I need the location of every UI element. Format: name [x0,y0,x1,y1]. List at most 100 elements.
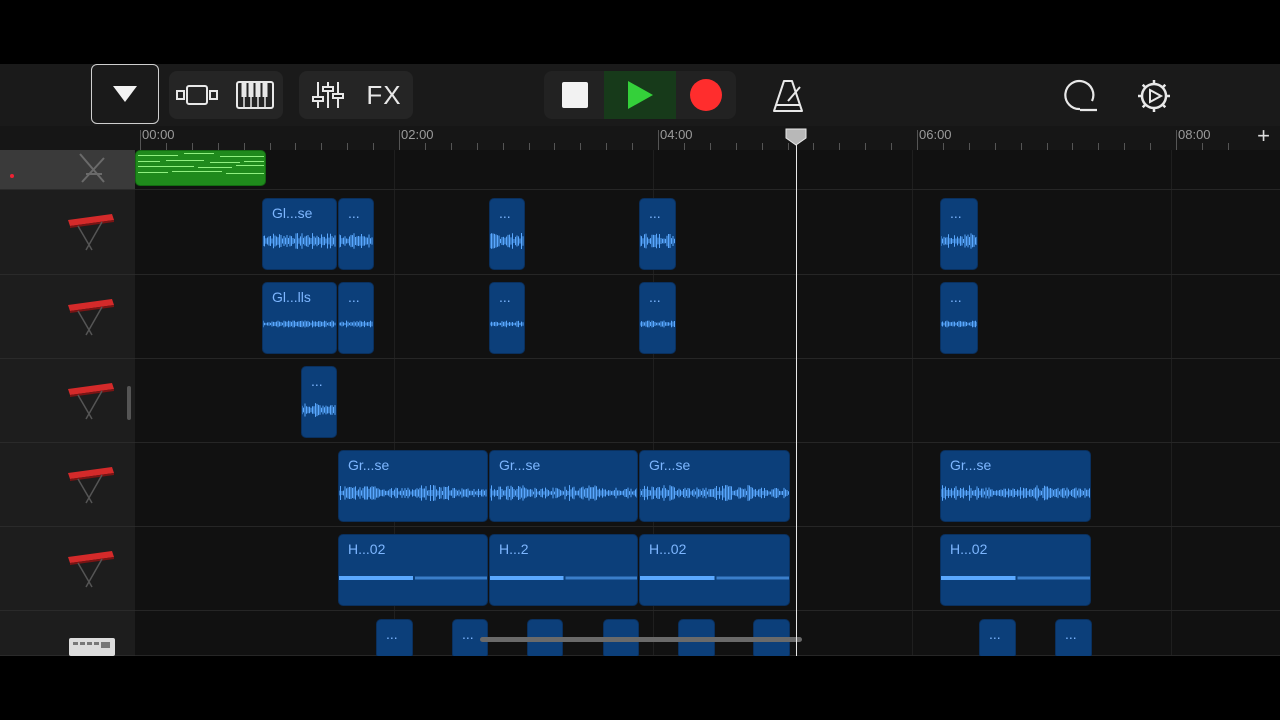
ruler-tick [217,143,219,150]
track-header-1[interactable] [0,150,135,190]
audio-region[interactable]: Gl...se [262,198,337,270]
mixer-sliders-icon [312,82,344,108]
ruler-tick [424,143,426,150]
ruler-tick [554,143,556,150]
mixer-button[interactable] [303,75,353,115]
audio-region[interactable]: H...02 [338,534,488,606]
waveform [640,320,675,328]
audio-region[interactable]: ... [376,619,413,656]
ruler-tick [658,130,659,150]
waveform [339,233,373,249]
track-lane-1[interactable] [135,150,1280,190]
audio-region[interactable]: ... [940,282,978,354]
waveform [640,233,675,249]
track-header-2[interactable] [0,190,135,275]
waveform [640,576,789,580]
ruler-tick [1020,143,1022,150]
track-header-3[interactable] [0,275,135,359]
keyboard-instrument-icon [68,467,114,504]
audio-region[interactable]: ... [639,282,676,354]
track-list-scrollbar[interactable] [127,386,131,420]
ruler-tick [321,143,323,150]
waveform [490,576,637,580]
track-header-4[interactable] [0,359,135,443]
fx-button[interactable]: FX [357,75,411,115]
stop-icon [562,82,588,108]
track-header-7[interactable] [0,611,135,656]
waveform [263,320,336,328]
add-track-button[interactable]: + [1257,123,1270,149]
ruler-tick [891,143,893,150]
ruler-tick [709,143,711,150]
waveform [263,233,336,249]
record-button[interactable] [680,73,732,117]
ruler-tick [1201,143,1203,150]
audio-region[interactable]: H...02 [639,534,790,606]
daw-window: FX 00:00 02:00 04:00 06:00 08:00 + Gl...… [0,64,1280,656]
ruler-tick [606,143,608,150]
play-icon [628,81,653,109]
audio-region[interactable]: ... [301,366,337,438]
waveform [941,485,1090,501]
region-name: ... [649,205,661,221]
timeline-ruler[interactable]: 00:00 02:00 04:00 06:00 08:00 + [135,123,1280,151]
audio-region[interactable]: Gr...se [489,450,638,522]
timeline-scrollbar[interactable] [480,637,802,642]
play-button[interactable] [604,71,676,119]
audio-region[interactable]: ... [639,198,676,270]
ruler-tick [450,143,452,150]
track-header-6[interactable] [0,527,135,611]
ruler-tick [917,130,918,150]
ruler-tick [1150,143,1152,150]
audio-region[interactable]: Gr...se [338,450,488,522]
audio-region[interactable]: H...2 [489,534,638,606]
audio-region[interactable]: H...02 [940,534,1091,606]
ruler-tick [683,143,685,150]
tracks-view-button[interactable] [173,75,223,115]
loop-browser-button[interactable] [1058,74,1102,118]
region-name: Gr...se [950,457,992,473]
region-name: ... [989,626,1001,642]
browser-toggle-button[interactable] [91,64,159,124]
playhead-handle[interactable] [785,128,807,146]
ruler-tick [580,143,582,150]
region-name: ... [462,626,474,642]
region-name: ... [950,205,962,221]
metronome-button[interactable] [766,74,810,118]
audio-region[interactable]: Gl...lls [262,282,337,354]
audio-region[interactable]: ... [979,619,1016,656]
view-toggle-group [169,71,283,119]
region-name: Gr...se [499,457,541,473]
settings-button[interactable] [1132,74,1176,118]
track-header-5[interactable] [0,443,135,527]
audio-region[interactable]: ... [1055,619,1092,656]
tracks-area[interactable]: Gl...se ... ... ... ... Gl...lls ... ...… [135,150,1280,656]
waveform [490,485,637,501]
transport-group [544,71,736,119]
record-enable-indicator [10,174,14,178]
keyboard-instrument-icon [68,299,114,336]
region-name: ... [348,205,360,221]
keyboard-view-button[interactable] [231,75,279,115]
ruler-tick [839,143,841,150]
audio-region[interactable]: ... [338,282,374,354]
ruler-tick [165,143,167,150]
audio-region[interactable]: ... [489,198,525,270]
region-name: ... [311,373,323,389]
region-name: ... [1065,626,1077,642]
keyboard-instrument-icon [68,383,114,420]
region-name: H...02 [348,541,386,557]
audio-region[interactable]: ... [940,198,978,270]
drum-kit-icon [79,153,105,183]
audio-region[interactable]: ... [338,198,374,270]
audio-region[interactable]: Gr...se [639,450,790,522]
stop-button[interactable] [548,73,602,117]
midi-region[interactable] [135,150,266,186]
waveform [490,320,524,328]
audio-region[interactable]: Gr...se [940,450,1091,522]
ruler-tick [373,143,375,150]
audio-region[interactable]: ... [489,282,525,354]
ruler-tick [140,130,141,150]
ruler-tick [1072,143,1074,150]
ruler-tick [191,143,193,150]
